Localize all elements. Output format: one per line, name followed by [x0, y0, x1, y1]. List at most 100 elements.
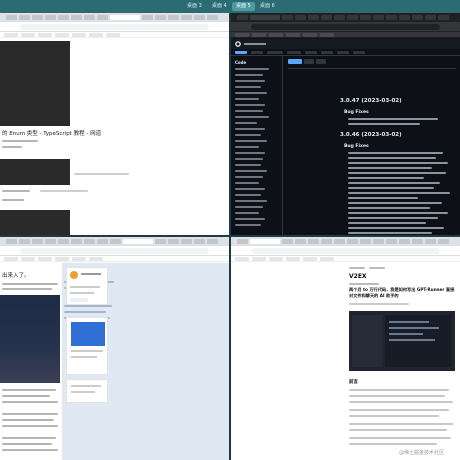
- bookmark-item[interactable]: [21, 33, 35, 37]
- browser-tab[interactable]: [194, 239, 205, 244]
- desktop-tab-3[interactable]: 桌面 3: [183, 2, 206, 11]
- browser-tab[interactable]: [84, 15, 95, 20]
- file-tree-item[interactable]: [235, 206, 263, 208]
- file-tree-item[interactable]: [235, 80, 265, 82]
- browser-tab[interactable]: [308, 15, 319, 20]
- file-tree-item[interactable]: [235, 74, 263, 76]
- tab-code-view[interactable]: [304, 59, 314, 64]
- file-tree-item[interactable]: [235, 182, 259, 184]
- nav-link[interactable]: [369, 267, 385, 269]
- github-logo-icon[interactable]: [235, 41, 241, 47]
- browser-tab[interactable]: [399, 239, 410, 244]
- browser-tab[interactable]: [32, 15, 43, 20]
- file-tree-item[interactable]: [235, 146, 259, 148]
- file-tree-item[interactable]: [235, 140, 267, 142]
- repo-path[interactable]: [244, 43, 266, 45]
- browser-tab[interactable]: [194, 15, 205, 20]
- browser-tab-active[interactable]: [250, 15, 280, 20]
- address-bar[interactable]: [20, 248, 209, 254]
- bookmark-item[interactable]: [320, 257, 334, 261]
- browser-tab[interactable]: [45, 239, 56, 244]
- avatar[interactable]: [70, 271, 78, 279]
- bookmark-item[interactable]: [38, 257, 52, 261]
- browser-tab[interactable]: [308, 239, 319, 244]
- address-bar[interactable]: [20, 24, 209, 30]
- bookmark-item[interactable]: [235, 257, 249, 261]
- browser-tab[interactable]: [295, 239, 306, 244]
- browser-tab[interactable]: [155, 15, 166, 20]
- follow-button[interactable]: [70, 298, 88, 302]
- desktop-tab-4[interactable]: 桌面 4: [208, 2, 231, 11]
- browser-tab[interactable]: [181, 239, 192, 244]
- promo-banner[interactable]: [71, 322, 105, 346]
- browser-tab[interactable]: [71, 15, 82, 20]
- browser-tab-active[interactable]: [123, 239, 153, 244]
- browser-tab[interactable]: [207, 15, 218, 20]
- browser-tab[interactable]: [347, 239, 358, 244]
- browser-tab[interactable]: [142, 15, 153, 20]
- bookmark-item[interactable]: [38, 33, 52, 37]
- bookmark-item[interactable]: [72, 33, 86, 37]
- tab-blame[interactable]: [316, 59, 326, 64]
- address-bar[interactable]: [251, 248, 440, 254]
- browser-tab[interactable]: [97, 239, 108, 244]
- file-tree-item[interactable]: [235, 122, 257, 124]
- file-tree-item[interactable]: [235, 212, 259, 214]
- bookmark-item[interactable]: [72, 257, 86, 261]
- browser-tab[interactable]: [425, 15, 436, 20]
- file-tree-item[interactable]: [235, 92, 267, 94]
- browser-tab[interactable]: [207, 239, 218, 244]
- tab-code[interactable]: [235, 51, 247, 54]
- bookmark-item[interactable]: [303, 257, 317, 261]
- bookmark-item[interactable]: [4, 33, 18, 37]
- file-tree-item[interactable]: [235, 110, 263, 112]
- browser-tab[interactable]: [6, 15, 17, 20]
- browser-tab[interactable]: [45, 15, 56, 20]
- site-logo[interactable]: V2EX: [349, 273, 367, 280]
- bookmark-item[interactable]: [269, 257, 283, 261]
- browser-tab-active[interactable]: [250, 239, 280, 244]
- file-tree-item[interactable]: [235, 188, 265, 190]
- browser-tab[interactable]: [282, 15, 293, 20]
- file-tree-item[interactable]: [235, 152, 265, 154]
- bookmark-item[interactable]: [303, 33, 317, 37]
- nav-link[interactable]: [349, 267, 365, 269]
- browser-tab[interactable]: [237, 15, 248, 20]
- browser-tab[interactable]: [412, 239, 423, 244]
- file-tree-item[interactable]: [235, 158, 263, 160]
- browser-tab[interactable]: [360, 15, 371, 20]
- bookmark-item[interactable]: [235, 33, 249, 37]
- browser-tab[interactable]: [110, 239, 121, 244]
- breadcrumb[interactable]: [349, 283, 379, 285]
- browser-tab[interactable]: [282, 239, 293, 244]
- bookmark-item[interactable]: [286, 257, 300, 261]
- browser-tab[interactable]: [58, 15, 69, 20]
- browser-tab[interactable]: [438, 15, 449, 20]
- file-tree-item[interactable]: [235, 224, 261, 226]
- browser-tab[interactable]: [425, 239, 436, 244]
- bookmark-item[interactable]: [21, 257, 35, 261]
- browser-tab[interactable]: [19, 15, 30, 20]
- browser-tab[interactable]: [295, 15, 306, 20]
- file-tree-item[interactable]: [235, 176, 263, 178]
- browser-tab[interactable]: [373, 15, 384, 20]
- tab-insights[interactable]: [353, 51, 365, 54]
- browser-tab[interactable]: [155, 239, 166, 244]
- browser-tab[interactable]: [360, 239, 371, 244]
- file-tree-item[interactable]: [235, 98, 259, 100]
- browser-tab[interactable]: [334, 239, 345, 244]
- browser-tab[interactable]: [438, 239, 449, 244]
- tab-issues[interactable]: [251, 51, 263, 54]
- bookmark-item[interactable]: [286, 33, 300, 37]
- bookmark-item[interactable]: [252, 33, 266, 37]
- browser-tab[interactable]: [168, 239, 179, 244]
- file-tree-item[interactable]: [235, 164, 261, 166]
- bookmark-item[interactable]: [320, 33, 334, 37]
- tab-preview[interactable]: [288, 59, 302, 64]
- browser-tab[interactable]: [97, 15, 108, 20]
- desktop-tab-6[interactable]: 桌面 6: [256, 2, 279, 11]
- browser-tab[interactable]: [32, 239, 43, 244]
- browser-tab[interactable]: [321, 239, 332, 244]
- browser-tab[interactable]: [71, 239, 82, 244]
- file-tree-item[interactable]: [235, 104, 265, 106]
